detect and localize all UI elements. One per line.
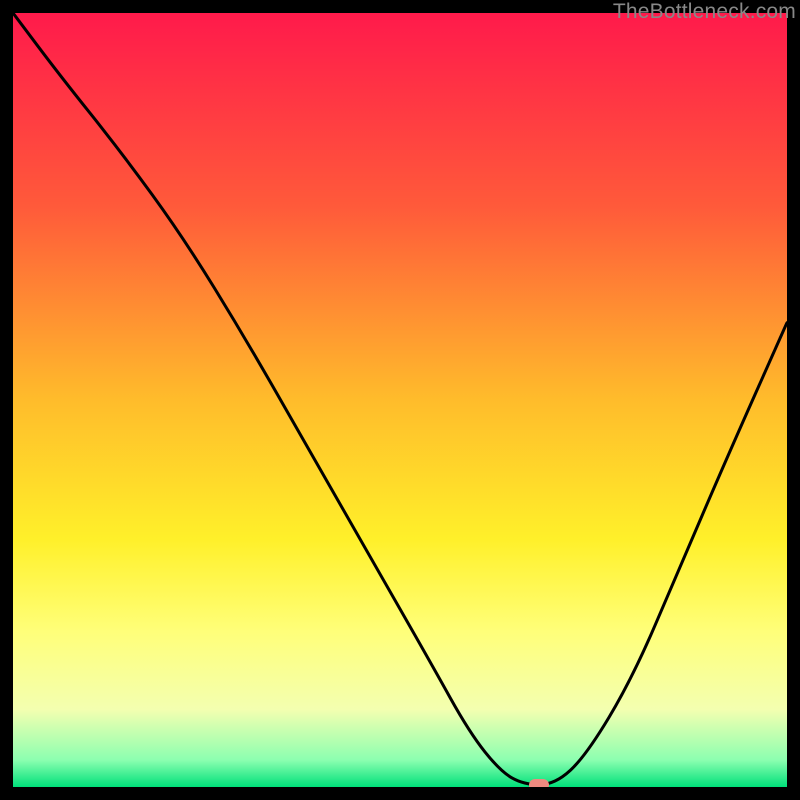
plot-area [13,13,787,787]
curve-layer [13,13,787,787]
bottleneck-chart: TheBottleneck.com [0,0,800,800]
optimal-point-marker [529,779,549,787]
bottleneck-curve [13,13,787,785]
watermark-label: TheBottleneck.com [613,0,796,24]
